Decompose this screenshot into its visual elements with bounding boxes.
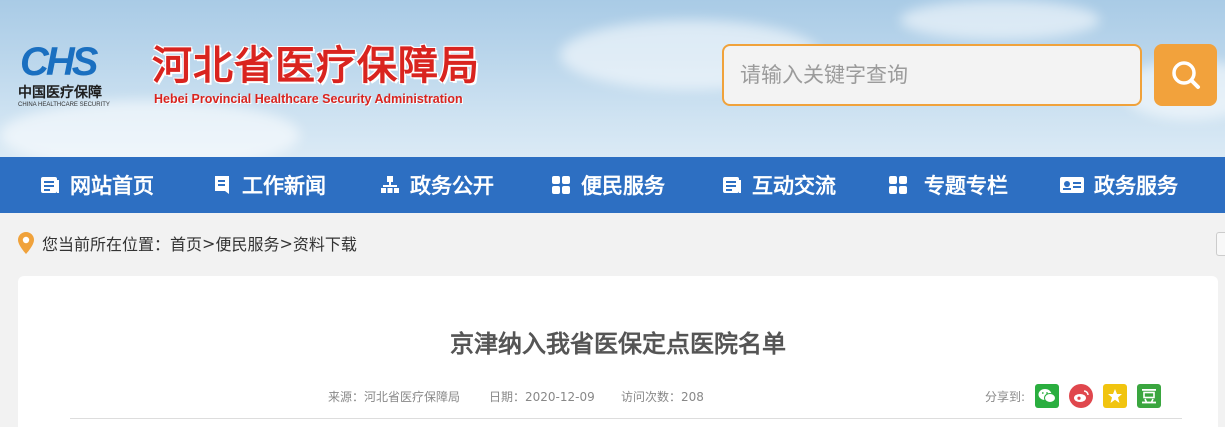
article-card: 京津纳入我省医保定点医院名单 来源：河北省医疗保障局 日期：2020-12-09…: [18, 276, 1218, 427]
magnifier-icon: [1170, 59, 1202, 91]
date-value: 2020-12-09: [525, 390, 595, 404]
site-title: 河北省医疗保障局: [152, 43, 480, 89]
nav-label: 互动交流: [752, 174, 836, 198]
weibo-icon[interactable]: [1069, 384, 1094, 408]
breadcrumb-link-services[interactable]: 便民服务: [215, 231, 279, 255]
qzone-icon[interactable]: [1103, 384, 1128, 408]
site-title-en: Hebei Provincial Healthcare Security Adm…: [154, 92, 463, 106]
wechat-icon[interactable]: [1035, 384, 1060, 408]
nav-item-news[interactable]: 工作新闻: [212, 157, 326, 213]
grid-icon: [551, 175, 571, 195]
nav-label: 政务公开: [410, 174, 494, 198]
id-card-icon: [1060, 175, 1084, 195]
nav-item-gov-services[interactable]: 政务服务: [1060, 157, 1178, 213]
article-title: 京津纳入我省医保定点医院名单: [450, 330, 786, 358]
article-visits: 访问次数：208: [621, 388, 704, 405]
share-bar: 分享到:: [985, 384, 1162, 408]
side-tab[interactable]: [1216, 232, 1225, 256]
breadcrumb: 您当前所在位置： 首页 > 便民服务 > 资料下载: [18, 229, 357, 257]
nav-item-topics[interactable]: 专题专栏: [888, 157, 1008, 213]
visits-value: 208: [681, 390, 704, 404]
nav-label: 网站首页: [70, 174, 154, 198]
nav-item-services[interactable]: 便民服务: [551, 157, 665, 213]
article-date: 日期：2020-12-09: [489, 388, 595, 405]
list-icon: [40, 175, 60, 195]
search-button[interactable]: [1154, 44, 1217, 106]
douban-icon[interactable]: [1137, 384, 1162, 408]
nav-label: 政务服务: [1094, 174, 1178, 198]
visits-label: 访问次数：: [621, 390, 682, 404]
site-header: CHS 中国医疗保障 CHINA HEALTHCARE SECURITY 河北省…: [0, 0, 1225, 157]
breadcrumb-prefix: 您当前所在位置：: [42, 235, 171, 254]
org-chart-icon: [380, 175, 400, 195]
breadcrumb-separator: >: [279, 233, 293, 253]
date-label: 日期：: [489, 390, 526, 404]
logo-subtitle-en: CHINA HEALTHCARE SECURITY: [18, 102, 110, 108]
share-label: 分享到:: [985, 389, 1026, 404]
breadcrumb-link-downloads[interactable]: 资料下载: [293, 231, 357, 255]
nav-item-interaction[interactable]: 互动交流: [722, 157, 836, 213]
location-pin-icon: [18, 232, 34, 254]
nav-label: 专题专栏: [924, 174, 1008, 198]
nav-item-home[interactable]: 网站首页: [40, 157, 154, 213]
breadcrumb-separator: >: [202, 233, 216, 253]
search-input[interactable]: [722, 44, 1142, 106]
nav-item-gov-info[interactable]: 政务公开: [380, 157, 494, 213]
list-icon: [722, 175, 742, 195]
nav-label: 便民服务: [581, 174, 665, 198]
main-nav: 网站首页 工作新闻 政务公开 便民服务 互动交流 专题专栏 政务服务: [0, 157, 1225, 213]
logo-text: CHS: [20, 40, 98, 84]
article-source: 来源：河北省医疗保障局: [328, 388, 460, 405]
bookmark-icon: [212, 175, 232, 195]
logo-subtitle-cn: 中国医疗保障: [18, 85, 102, 101]
breadcrumb-link-home[interactable]: 首页: [170, 231, 202, 255]
cloud-decoration: [900, 0, 1100, 40]
source-label: 来源：: [328, 390, 365, 404]
nav-label: 工作新闻: [242, 174, 326, 198]
grid-icon: [888, 175, 908, 195]
chs-logo[interactable]: CHS 中国医疗保障 CHINA HEALTHCARE SECURITY: [18, 42, 133, 114]
article-divider: [70, 418, 1182, 419]
source-value: 河北省医疗保障局: [364, 390, 461, 404]
